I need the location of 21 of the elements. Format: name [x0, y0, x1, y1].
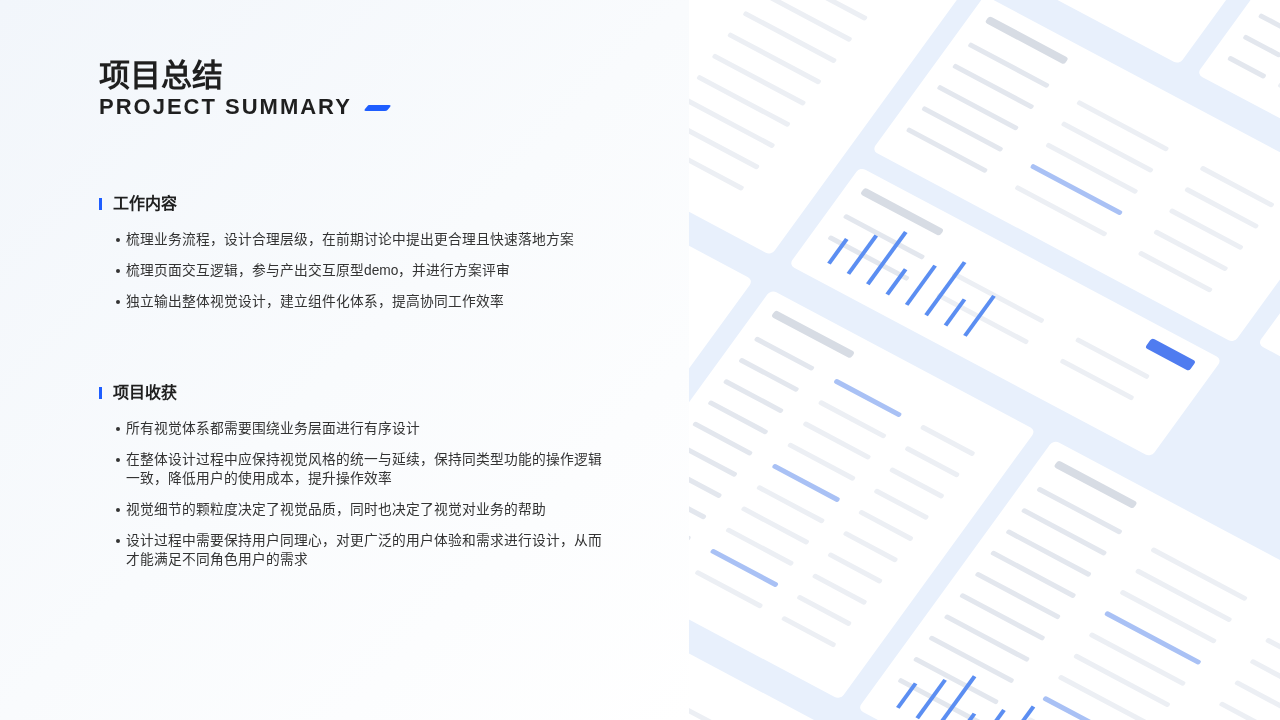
bullet-text: 设计过程中需要保持用户同理心，对更广泛的用户体验和需求进行设计，从而才能满足不同角色用户的需求 [126, 532, 603, 569]
bullet-text: 梳理业务流程，设计合理层级，在前期讨论中提出更合理且快速落地方案 [126, 231, 575, 249]
heading-marker-icon [99, 387, 102, 399]
dash-icon [363, 104, 391, 111]
bullet-text: 梳理页面交互逻辑，参与产出交互原型demo，并进行方案评审 [126, 262, 512, 280]
bullet-text: 所有视觉体系都需要围绕业务层面进行有序设计 [126, 420, 421, 438]
page-title: 项目总结 [99, 58, 223, 94]
bullet-icon [116, 508, 120, 512]
bullet-text: 独立输出整体视觉设计，建立组件化体系，提高协同工作效率 [126, 293, 505, 311]
bullet-text: 视觉细节的颗粒度决定了视觉品质，同时也决定了视觉对业务的帮助 [126, 501, 547, 519]
bullet-text: 在整体设计过程中应保持视觉风格的统一与延续，保持同类型功能的操作逻辑一致，降低用户的使用成本，提升操作效率 [126, 451, 603, 488]
section-heading: 工作内容 [113, 193, 177, 214]
bullet-icon [116, 458, 120, 462]
section-heading: 项目收获 [113, 383, 177, 403]
bullet-icon [116, 238, 120, 242]
heading-marker-icon [99, 198, 102, 210]
bullet-icon [116, 300, 120, 304]
bullet-icon [116, 427, 120, 431]
bullet-icon [116, 269, 120, 273]
page-subtitle: PROJECT SUMMARY [99, 94, 352, 120]
bullet-icon [116, 539, 120, 543]
